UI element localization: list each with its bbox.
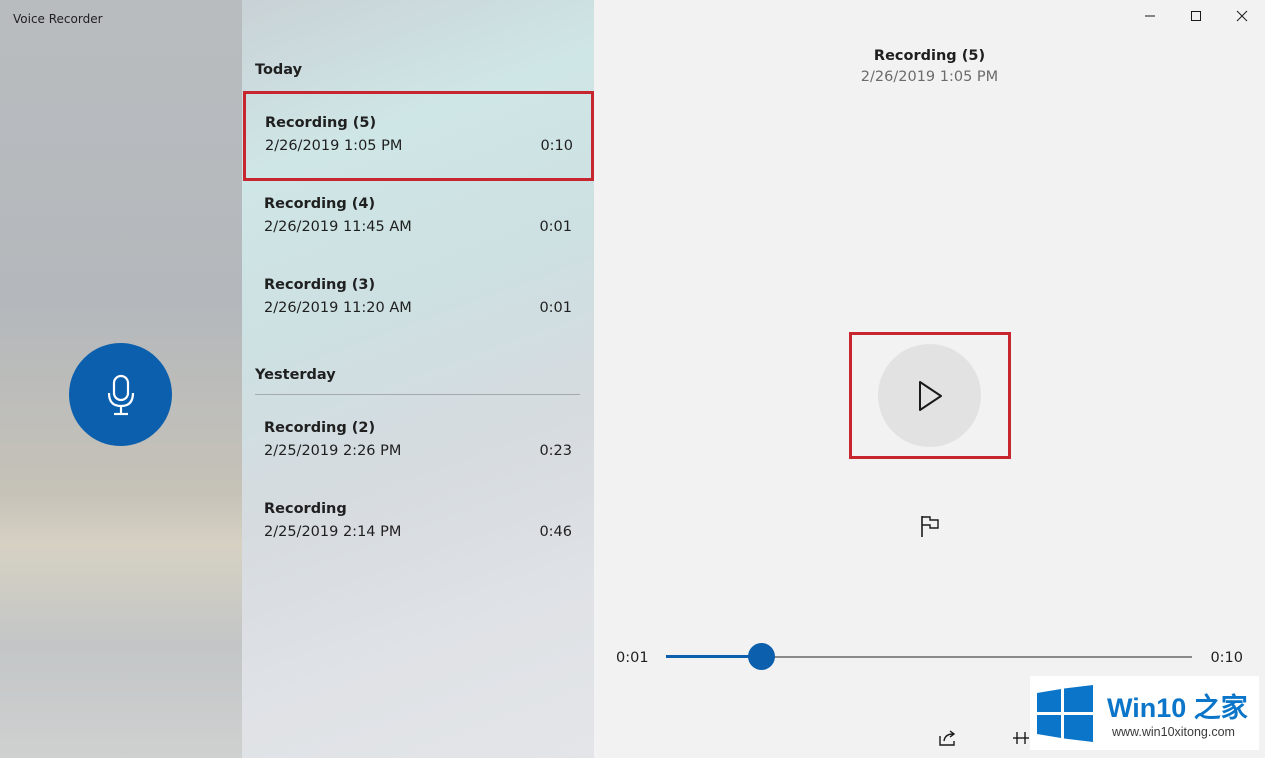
recording-date: 2/25/2019 2:26 PM <box>264 443 402 459</box>
watermark-brand: Win10 之家 <box>1107 693 1248 723</box>
close-button[interactable] <box>1219 0 1265 32</box>
group-divider <box>255 394 580 395</box>
recording-name: Recording (3) <box>264 277 376 293</box>
maximize-icon <box>1191 11 1201 21</box>
list-item-recording[interactable]: Recording 2/25/2019 2:14 PM 0:46 <box>242 477 594 567</box>
recording-date: 2/26/2019 11:20 AM <box>264 300 412 316</box>
seek-slider-thumb[interactable] <box>747 643 775 670</box>
watermark-logo: Win10 之家 www.win10xitong.com <box>1030 676 1259 750</box>
list-item-recording-5[interactable]: Recording (5) 2/26/2019 1:05 PM 0:10 <box>243 91 594 181</box>
minimize-icon <box>1145 15 1155 17</box>
share-button[interactable] <box>936 726 960 750</box>
now-playing-title: Recording (5) <box>873 48 986 64</box>
recording-name: Recording (4) <box>264 196 376 212</box>
flag-icon <box>921 516 939 537</box>
play-icon <box>918 380 942 411</box>
recording-duration: 0:01 <box>539 300 572 316</box>
minimize-button[interactable] <box>1127 0 1173 32</box>
recording-name: Recording (2) <box>264 420 376 436</box>
group-header-today: Today <box>255 62 303 78</box>
list-item-recording-3[interactable]: Recording (3) 2/26/2019 11:20 AM 0:01 <box>242 253 594 343</box>
list-item-recording-4[interactable]: Recording (4) 2/26/2019 11:45 AM 0:01 <box>242 172 594 262</box>
recording-date: 2/25/2019 2:14 PM <box>264 524 402 540</box>
close-icon <box>1236 10 1248 22</box>
maximize-button[interactable] <box>1173 0 1219 32</box>
app-title: Voice Recorder <box>13 12 103 26</box>
recording-duration: 0:10 <box>540 138 573 154</box>
recordings-list: Today Recording (5) 2/26/2019 1:05 PM 0:… <box>242 0 594 758</box>
recording-duration: 0:23 <box>539 443 572 459</box>
recording-duration: 0:01 <box>539 219 572 235</box>
trim-icon <box>1013 732 1029 744</box>
recording-date: 2/26/2019 1:05 PM <box>265 138 403 154</box>
elapsed-time: 0:01 <box>616 650 649 666</box>
total-time: 0:10 <box>1210 650 1243 666</box>
window-controls <box>1127 0 1265 32</box>
seek-slider-progress <box>666 655 761 658</box>
play-button[interactable] <box>878 344 981 447</box>
watermark-url: www.win10xitong.com <box>1112 725 1235 739</box>
playback-pane: Recording (5) 2/26/2019 1:05 PM 0:01 0:1… <box>594 0 1265 758</box>
now-playing-date: 2/26/2019 1:05 PM <box>860 69 999 85</box>
recording-duration: 0:46 <box>539 524 572 540</box>
group-header-yesterday: Yesterday <box>255 367 336 383</box>
recording-name: Recording <box>264 501 347 517</box>
windows-logo-icon <box>1037 685 1093 742</box>
microphone-icon <box>107 374 134 415</box>
recording-date: 2/26/2019 11:45 AM <box>264 219 412 235</box>
list-item-recording-2[interactable]: Recording (2) 2/25/2019 2:26 PM 0:23 <box>242 396 594 486</box>
add-marker-button[interactable] <box>917 513 943 539</box>
recording-name: Recording (5) <box>265 115 377 131</box>
record-button[interactable] <box>69 343 172 446</box>
share-icon <box>939 730 956 746</box>
left-pane: Voice Recorder <box>0 0 242 758</box>
